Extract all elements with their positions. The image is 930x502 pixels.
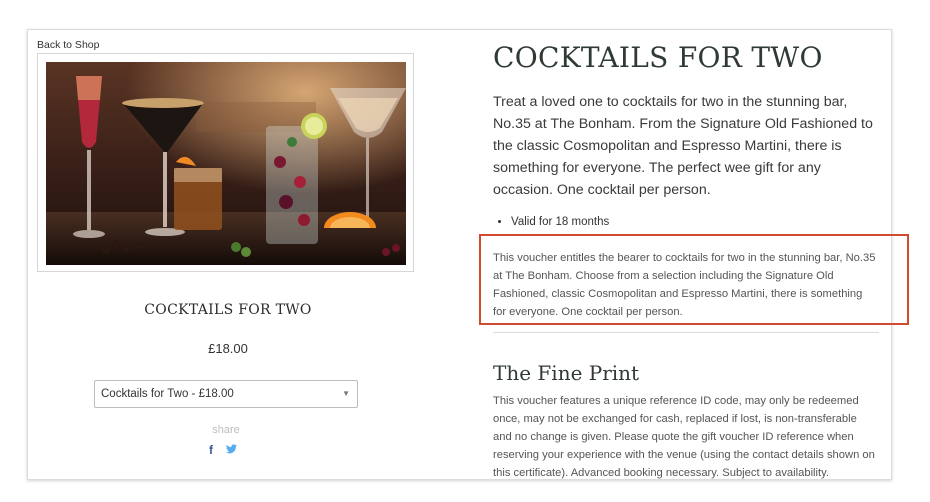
product-intro: Treat a loved one to cocktails for two i… <box>493 94 873 198</box>
product-image-frame <box>37 53 414 272</box>
fine-print-text: This voucher features a unique reference… <box>493 395 875 479</box>
voucher-select[interactable]: Cocktails for Two - £18.00 ▼ <box>94 380 358 408</box>
share-label: share <box>212 424 240 436</box>
product-card: Back to Shop COCKTAILS FOR TWO £18.00 Co… <box>27 29 892 480</box>
bullet-validity: Valid for 18 months <box>511 216 609 228</box>
twitter-icon[interactable] <box>226 443 237 457</box>
voucher-description: This voucher entitles the bearer to cock… <box>493 252 876 318</box>
product-price: £18.00 <box>208 341 248 356</box>
voucher-select-value: Cocktails for Two - £18.00 <box>101 388 234 400</box>
chevron-down-icon: ▼ <box>342 389 350 398</box>
twitter-bird-shape <box>226 444 237 454</box>
fine-print-heading: The Fine Print <box>493 361 640 385</box>
product-bullets: Valid for 18 months <box>511 216 609 228</box>
product-title: COCKTAILS FOR TWO <box>493 41 823 74</box>
product-title-left: COCKTAILS FOR TWO <box>144 302 312 318</box>
product-photo <box>46 62 406 265</box>
cocktails-photo <box>46 62 406 265</box>
facebook-icon[interactable]: f <box>209 443 213 457</box>
section-divider <box>493 332 879 333</box>
back-to-shop-link[interactable]: Back to Shop <box>37 39 99 51</box>
